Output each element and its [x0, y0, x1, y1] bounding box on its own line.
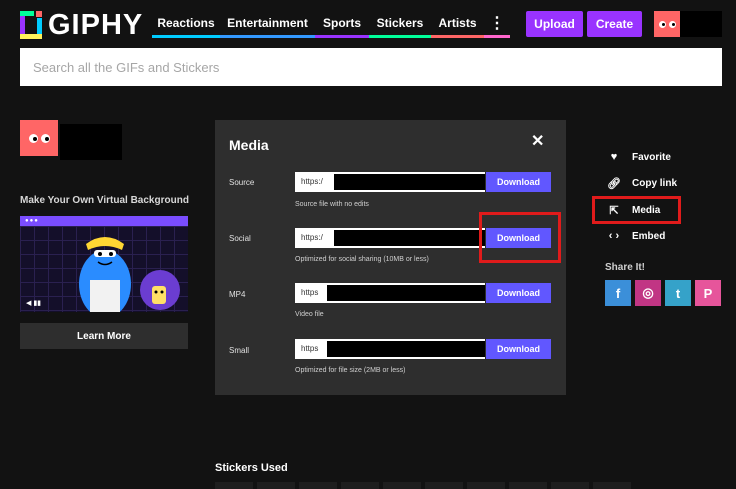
avatar-eyes-icon [658, 20, 676, 28]
tumblr-icon: t [675, 285, 681, 301]
giphy-logo-icon [20, 11, 42, 39]
search-input[interactable] [20, 48, 722, 86]
pinterest-icon: P [703, 285, 713, 301]
nav-sports[interactable]: Sports [315, 8, 369, 38]
stickers-used-title: Stickers Used [215, 462, 288, 474]
mascot-character-illustration [79, 237, 131, 312]
sticker-thumb[interactable] [551, 482, 589, 489]
virtual-background-preview[interactable]: ●●● ◀ ▮▮ [20, 216, 188, 312]
media-title: Media [229, 137, 269, 153]
embed-action[interactable]: ‹ › Embed [605, 228, 666, 244]
copy-link-label: Copy link [632, 177, 678, 189]
create-button[interactable]: Create [587, 11, 642, 37]
user-avatar[interactable] [20, 120, 58, 156]
social-label: Social [229, 234, 251, 243]
code-icon: ‹ › [608, 230, 620, 242]
upload-button[interactable]: Upload [526, 11, 583, 37]
video-controls-icon[interactable]: ◀ ▮▮ [26, 299, 41, 307]
small-label: Small [229, 346, 250, 355]
mp4-description: Video file [295, 311, 324, 318]
nav-artists[interactable]: Artists [431, 8, 484, 38]
favorite-label: Favorite [632, 151, 671, 163]
source-description: Source file with no edits [295, 201, 369, 208]
avatar-eyes-icon [28, 133, 50, 143]
instagram-share-button[interactable]: ◎ [635, 280, 661, 306]
window-dots-icon: ●●● [25, 218, 39, 224]
facebook-share-button[interactable]: f [605, 280, 631, 306]
media-label: Media [632, 204, 661, 216]
window-bar [20, 216, 188, 226]
virtual-background-title: Make Your Own Virtual Background [20, 195, 189, 206]
source-label: Source [229, 178, 255, 187]
sticker-thumb[interactable] [383, 482, 421, 489]
copy-link-action[interactable]: 🔗︎ Copy link [605, 175, 677, 191]
source-download-button[interactable]: Download [486, 172, 551, 192]
facebook-icon: f [615, 285, 621, 301]
main-nav: Reactions Entertainment Sports Stickers … [152, 8, 510, 38]
social-description: Optimized for social sharing (10MB or le… [295, 256, 429, 263]
sticker-thumb[interactable] [467, 482, 505, 489]
share-out-icon: ⇱ [609, 204, 619, 217]
sticker-thumb[interactable] [509, 482, 547, 489]
learn-more-button[interactable]: Learn More [20, 323, 188, 349]
share-title: Share It! [605, 262, 646, 273]
mp4-url-field[interactable]: https [295, 283, 485, 303]
close-icon[interactable]: ✕ [531, 134, 544, 150]
search-bar [20, 48, 722, 86]
small-url-field[interactable]: https [295, 339, 485, 359]
embed-label: Embed [632, 230, 666, 242]
giphy-logo[interactable]: GIPHY [20, 8, 144, 41]
small-download-button[interactable]: Download [486, 339, 551, 359]
sticker-thumb[interactable] [341, 482, 379, 489]
social-download-highlight [479, 212, 561, 263]
mp4-url-value: https [297, 285, 327, 301]
source-url-value: https:/ [297, 174, 334, 190]
redacted-username [680, 11, 722, 37]
instagram-icon: ◎ [642, 285, 654, 300]
stickers-strip [215, 482, 722, 489]
link-icon: 🔗︎ [607, 177, 621, 190]
nav-reactions[interactable]: Reactions [152, 8, 220, 38]
heart-icon: ♥ [610, 151, 618, 163]
nav-stickers[interactable]: Stickers [369, 8, 431, 38]
small-url-value: https [297, 341, 327, 357]
nav-entertainment[interactable]: Entertainment [220, 8, 315, 38]
media-action[interactable]: ⇱ Media [605, 202, 660, 218]
sticker-thumb[interactable] [593, 482, 631, 489]
logo-text: GIPHY [48, 8, 144, 41]
tumblr-share-button[interactable]: t [665, 280, 691, 306]
mp4-label: MP4 [229, 290, 246, 299]
social-url-value: https:/ [297, 230, 334, 246]
cat-sticker-illustration [140, 270, 180, 310]
sticker-thumb[interactable] [299, 482, 337, 489]
nav-more-icon[interactable]: ⋮ [484, 8, 510, 38]
header-avatar[interactable] [654, 11, 680, 37]
sticker-thumb[interactable] [257, 482, 295, 489]
source-url-field[interactable]: https:/ [295, 172, 485, 192]
favorite-action[interactable]: ♥ Favorite [605, 149, 671, 165]
pinterest-share-button[interactable]: P [695, 280, 721, 306]
sticker-thumb[interactable] [215, 482, 253, 489]
social-url-field[interactable]: https:/ [295, 228, 485, 248]
small-description: Optimized for file size (2MB or less) [295, 367, 406, 374]
redacted-user-name [60, 124, 122, 160]
sticker-thumb[interactable] [425, 482, 463, 489]
mp4-download-button[interactable]: Download [486, 283, 551, 303]
